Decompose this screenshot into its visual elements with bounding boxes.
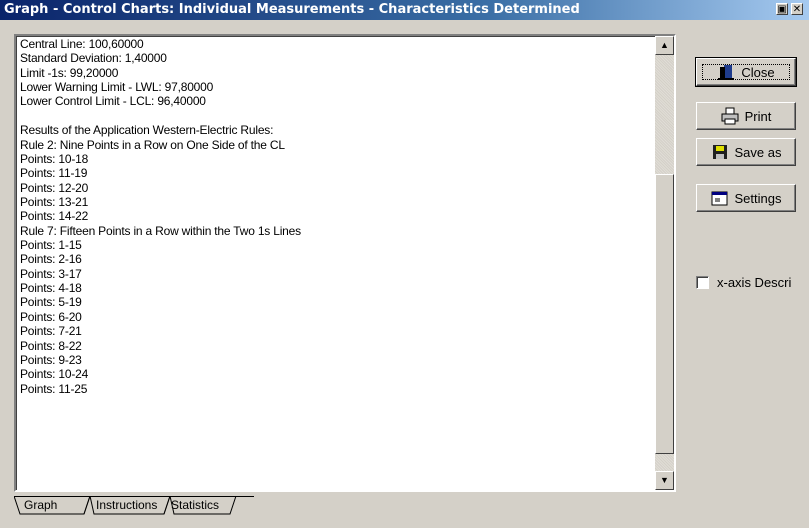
result-line: Points: 5-19 — [20, 295, 82, 310]
scroll-thumb[interactable] — [655, 174, 674, 454]
vertical-scrollbar[interactable]: ▲ ▼ — [655, 36, 674, 490]
restore-icon: ▣ — [777, 4, 787, 15]
result-line: Rule 7: Fifteen Points in a Row within t… — [20, 223, 301, 238]
result-line: Points: 2-16 — [20, 252, 82, 267]
result-line: Rule 2: Nine Points in a Row on One Side… — [20, 137, 285, 152]
result-line: Lower Warning Limit - LWL: 97,80000 — [20, 80, 214, 95]
result-line: Points: 13-21 — [20, 194, 89, 209]
result-line: Points: 3-17 — [20, 266, 82, 281]
restore-window-button[interactable]: ▣ — [776, 3, 788, 15]
scroll-up-button[interactable]: ▲ — [655, 36, 674, 55]
settings-dialog-icon — [711, 189, 729, 207]
tab-graph[interactable]: Graph — [24, 496, 57, 514]
close-icon: ✕ — [792, 4, 802, 15]
result-line: Standard Deviation: 1,40000 — [20, 51, 167, 66]
x-axis-label: x-axis Descri — [717, 275, 792, 290]
save-as-label: Save as — [734, 144, 782, 160]
floppy-disk-icon — [711, 143, 729, 161]
x-axis-checkbox[interactable] — [696, 276, 709, 289]
door-exit-icon — [717, 63, 735, 81]
print-label: Print — [744, 108, 772, 124]
printer-icon — [721, 107, 739, 125]
tab-instructions[interactable]: Instructions — [96, 496, 157, 514]
result-line: Points: 8-22 — [20, 338, 82, 353]
statistics-text-area[interactable]: Central Line: 100,60000 Standard Deviatio… — [14, 34, 676, 492]
result-line: Central Line: 100,60000 — [20, 37, 144, 51]
result-line: Points: 10-18 — [20, 151, 89, 166]
window-title: Graph - Control Charts: Individual Measu… — [4, 2, 580, 17]
tab-statistics[interactable]: Statistics — [171, 496, 219, 514]
result-line — [20, 109, 648, 123]
close-button[interactable]: Close — [695, 57, 797, 87]
arrow-down-icon: ▼ — [660, 475, 669, 485]
scroll-down-button[interactable]: ▼ — [655, 471, 674, 490]
result-line: Points: 7-21 — [20, 324, 82, 339]
result-line: Results of the Application Western-Elect… — [20, 123, 274, 138]
result-line: Points: 11-25 — [20, 381, 88, 396]
print-button[interactable]: Print — [696, 102, 796, 130]
result-line: Limit -1s: 99,20000 — [20, 65, 119, 80]
result-line: Points: 12-20 — [20, 180, 89, 195]
result-line: Points: 1-15 — [20, 238, 82, 253]
x-axis-option[interactable]: x-axis Descri — [696, 275, 791, 290]
result-line: Lower Control Limit - LCL: 96,40000 — [20, 94, 206, 109]
title-bar[interactable]: Graph - Control Charts: Individual Measu… — [0, 0, 809, 20]
close-window-button[interactable]: ✕ — [791, 3, 803, 15]
result-line: Points: 4-18 — [20, 281, 82, 296]
settings-label: Settings — [734, 190, 782, 206]
save-as-button[interactable]: Save as — [696, 138, 796, 166]
result-line: Points: 9-23 — [20, 352, 82, 367]
settings-button[interactable]: Settings — [696, 184, 796, 212]
result-line: Points: 14-22 — [20, 209, 89, 224]
statistics-text: Central Line: 100,60000 Standard Deviatio… — [20, 37, 648, 489]
arrow-up-icon: ▲ — [660, 40, 669, 50]
result-line: Points: 11-19 — [20, 166, 88, 181]
result-line: Points: 10-24 — [20, 367, 89, 382]
result-line: Points: 6-20 — [20, 309, 82, 324]
